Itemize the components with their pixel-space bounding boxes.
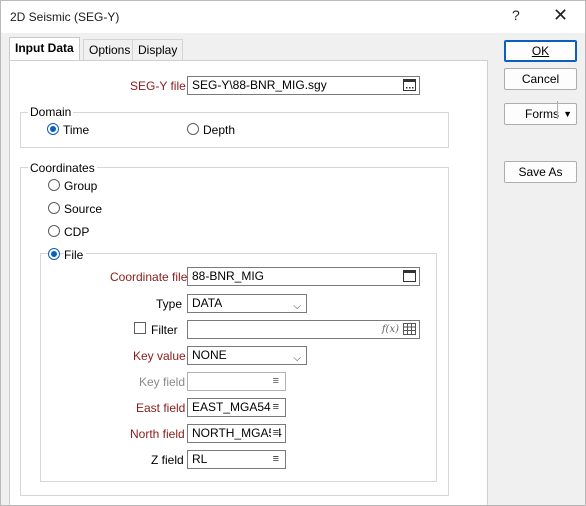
close-icon[interactable]: ✕ <box>553 5 568 26</box>
z-field-input[interactable]: RL ≡ <box>187 450 286 469</box>
coordinate-file-label: Coordinate file <box>110 270 188 284</box>
tab-display[interactable]: Display <box>132 39 184 60</box>
coordinates-group-title: Coordinates <box>28 161 97 175</box>
source-radio[interactable] <box>48 202 60 214</box>
list-icon[interactable]: ≡ <box>270 425 279 442</box>
time-label: Time <box>63 123 90 137</box>
z-field-value: RL <box>192 452 208 466</box>
list-icon[interactable]: ≡ <box>273 373 279 390</box>
forms-button[interactable]: Forms ▼ <box>504 103 577 125</box>
file-browse-icon[interactable] <box>403 79 416 91</box>
north-field-input[interactable]: NORTH_MGA54 ≡ <box>187 424 286 443</box>
source-label: Source <box>64 202 103 216</box>
save-as-button-label: Save As <box>518 165 563 179</box>
group-label: Group <box>64 179 98 193</box>
tab-input-data[interactable]: Input Data <box>9 37 80 61</box>
ok-button-label: OK <box>531 44 550 58</box>
east-field-value: EAST_MGA54 <box>192 400 271 414</box>
help-icon[interactable]: ? <box>512 7 520 23</box>
coordinate-file-value: 88-BNR_MIG <box>192 269 265 283</box>
cdp-radio[interactable] <box>48 225 60 237</box>
coordinate-file-input[interactable]: 88-BNR_MIG <box>187 267 420 286</box>
north-field-label: North field <box>130 427 185 441</box>
title-bar: 2D Seismic (SEG-Y) ? ✕ <box>1 1 585 33</box>
dropdown-arrow-icon[interactable]: ▼ <box>563 104 572 124</box>
table-icon[interactable] <box>403 323 416 335</box>
input-data-panel: SEG-Y file SEG-Y\88-BNR_MIG.sgy Domain T… <box>9 60 488 505</box>
key-field-input[interactable]: ≡ <box>187 372 286 391</box>
list-icon[interactable]: ≡ <box>270 399 279 416</box>
type-value: DATA <box>192 296 223 310</box>
ok-button[interactable]: OK <box>504 40 577 62</box>
z-field-label: Z field <box>151 453 184 467</box>
file-radio[interactable] <box>48 248 60 260</box>
depth-label: Depth <box>203 123 236 137</box>
cdp-label: CDP <box>64 225 90 239</box>
time-radio[interactable] <box>47 123 59 135</box>
tab-options[interactable]: Options <box>83 39 137 60</box>
chevron-down-icon: ⌵ <box>293 353 301 364</box>
east-field-input[interactable]: EAST_MGA54 ≡ <box>187 398 286 417</box>
depth-radio[interactable] <box>187 123 199 135</box>
save-as-button[interactable]: Save As <box>504 161 577 183</box>
domain-group-title: Domain <box>28 105 74 119</box>
east-field-label: East field <box>136 401 186 415</box>
list-icon[interactable]: ≡ <box>273 451 279 468</box>
north-field-value: NORTH_MGA54 <box>192 426 282 440</box>
segy-file-input[interactable]: SEG-Y\88-BNR_MIG.sgy <box>187 76 420 95</box>
file-label: File <box>64 248 87 262</box>
filter-checkbox[interactable] <box>134 322 146 334</box>
key-value-select[interactable]: NONE ⌵ <box>187 346 307 365</box>
function-icon[interactable]: f(x) <box>382 321 399 338</box>
key-value-label: Key value <box>133 349 186 363</box>
filter-label: Filter <box>151 323 178 337</box>
segy-file-value: SEG-Y\88-BNR_MIG.sgy <box>192 78 327 92</box>
window-title: 2D Seismic (SEG-Y) <box>10 10 120 24</box>
key-field-label: Key field <box>139 375 186 389</box>
dialog-window: 2D Seismic (SEG-Y) ? ✕ Input Data Option… <box>0 0 586 506</box>
key-value-value: NONE <box>192 348 227 362</box>
file-browse-icon[interactable] <box>403 270 416 282</box>
type-select[interactable]: DATA ⌵ <box>187 294 307 313</box>
cancel-button[interactable]: Cancel <box>504 68 577 90</box>
segy-file-label: SEG-Y file <box>130 79 186 93</box>
cancel-button-label: Cancel <box>521 72 560 86</box>
type-label: Type <box>156 297 183 311</box>
group-radio[interactable] <box>48 179 60 191</box>
forms-split-divider <box>557 101 558 119</box>
file-group <box>40 253 437 482</box>
filter-input[interactable]: f(x) <box>187 320 420 339</box>
forms-button-label: Forms <box>525 107 559 121</box>
chevron-down-icon: ⌵ <box>293 301 301 312</box>
